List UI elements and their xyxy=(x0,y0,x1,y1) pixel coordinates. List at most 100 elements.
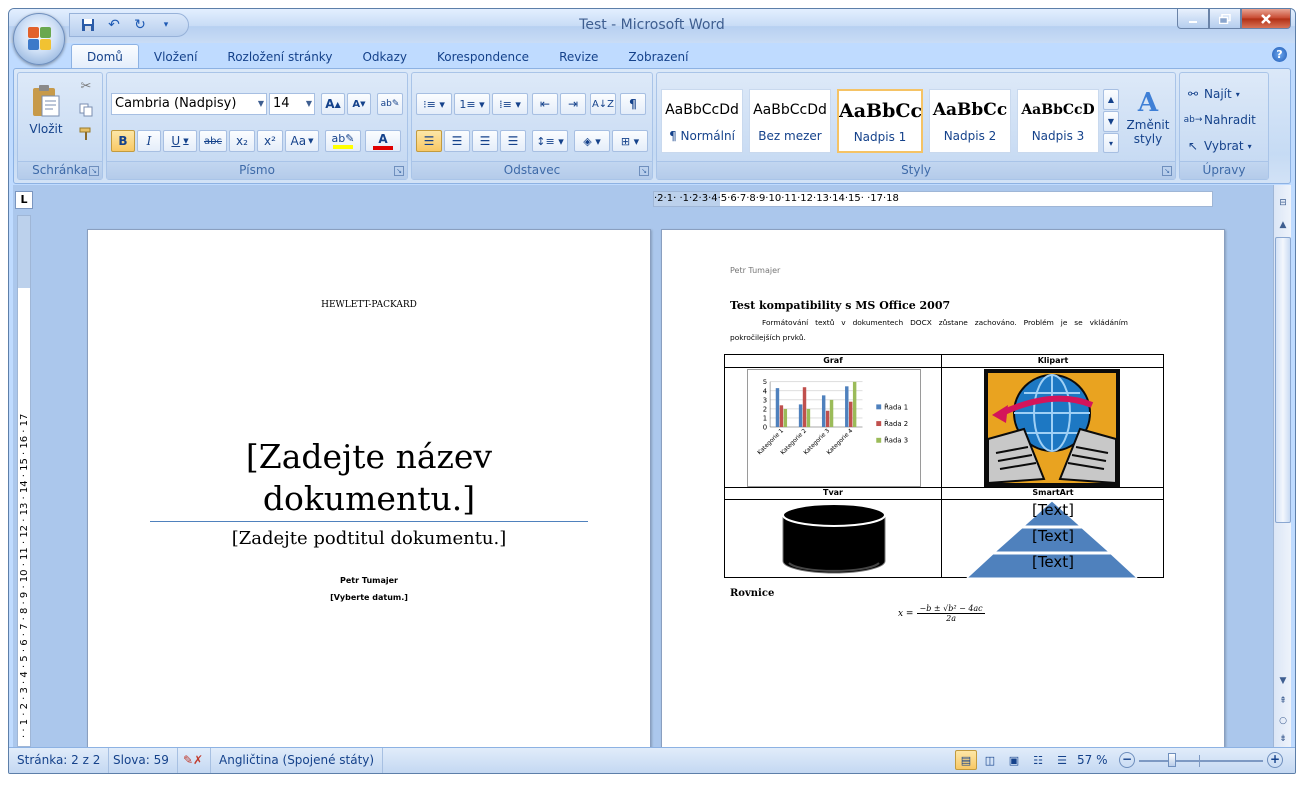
tab-mailings[interactable]: Korespondence xyxy=(422,46,544,69)
help-icon[interactable]: ? xyxy=(1272,47,1287,62)
clipboard-launcher[interactable]: ↘ xyxy=(89,166,99,176)
tab-review[interactable]: Revize xyxy=(544,46,613,69)
line-spacing-button[interactable]: ↕≡ ▾ xyxy=(532,130,568,152)
shrink-font-button[interactable]: A ▼ xyxy=(347,93,371,115)
italic-button[interactable]: I xyxy=(137,130,161,152)
tab-insert[interactable]: Vložení xyxy=(139,46,213,69)
numbering-button[interactable]: 1≡ ▾ xyxy=(454,93,490,115)
horizontal-ruler[interactable]: ·2·1· ·1·2·3·4·5·6·7·8·9·10·11·12·13·14·… xyxy=(653,191,1213,207)
font-size-dropdown-icon[interactable]: ▼ xyxy=(306,94,312,114)
content-heading[interactable]: Test kompatibility s MS Office 2007 xyxy=(730,299,950,312)
bar-chart[interactable]: 012345Kategorie 1Kategorie 2Kategorie 3K… xyxy=(747,369,921,487)
font-color-button[interactable]: A xyxy=(365,130,401,152)
paste-button[interactable]: Vložit xyxy=(24,77,68,143)
document-subtitle[interactable]: [Zadejte podtitul dokumentu.] xyxy=(88,528,650,549)
scroll-up-icon[interactable]: ▲ xyxy=(1275,217,1291,233)
subscript-button[interactable]: x₂ xyxy=(229,130,255,152)
font-name-dropdown-icon[interactable]: ▼ xyxy=(258,94,264,114)
previous-page-icon[interactable]: ⇞ xyxy=(1275,693,1291,709)
tab-selector[interactable]: L xyxy=(15,191,33,209)
outline-button[interactable]: ☷ xyxy=(1027,750,1049,770)
format-painter-button[interactable] xyxy=(74,123,98,145)
next-page-icon[interactable]: ⇟ xyxy=(1275,731,1291,747)
change-case-button[interactable]: Aa ▼ xyxy=(285,130,319,152)
font-launcher[interactable]: ↘ xyxy=(394,166,404,176)
find-button[interactable]: ⚯ Najít ▾ xyxy=(1182,83,1266,105)
styles-more[interactable]: ▾ xyxy=(1103,133,1119,153)
equation-heading[interactable]: Rovnice xyxy=(730,588,774,599)
tab-page-layout[interactable]: Rozložení stránky xyxy=(212,46,347,69)
tab-view[interactable]: Zobrazení xyxy=(613,46,703,69)
cover-author[interactable]: Petr Tumajer xyxy=(88,576,650,585)
multilevel-list-button[interactable]: ⁞≡ ▾ xyxy=(492,93,528,115)
company-name[interactable]: HEWLETT-PACKARD xyxy=(88,300,650,310)
superscript-button[interactable]: x² xyxy=(257,130,283,152)
align-left-button[interactable]: ☰ xyxy=(416,130,442,152)
status-language[interactable]: Angličtina (Spojené státy) xyxy=(211,748,384,773)
styles-scroll-up[interactable]: ▲ xyxy=(1103,89,1119,110)
select-button[interactable]: ↖ Vybrat ▾ xyxy=(1182,135,1266,157)
cover-date[interactable]: [Vyberte datum.] xyxy=(88,593,650,602)
smartart-text-1[interactable]: [Text] xyxy=(942,501,1164,519)
style-heading-1[interactable]: AaBbCc Nadpis 1 xyxy=(837,89,923,153)
quadratic-equation[interactable]: x = −b ± √b² − 4ac 2a xyxy=(898,604,985,623)
bold-button[interactable]: B xyxy=(111,130,135,152)
align-right-button[interactable]: ☰ xyxy=(472,130,498,152)
font-name-combo[interactable]: Cambria (Nadpisy) ▼ xyxy=(111,93,267,115)
status-words[interactable]: Slova: 59 xyxy=(105,748,178,773)
tab-home[interactable]: Domů xyxy=(71,44,139,69)
highlight-button[interactable]: ab✎ xyxy=(325,130,361,152)
page-cover[interactable]: HEWLETT-PACKARD [Zadejte název dokumentu… xyxy=(87,229,651,759)
minimize-button[interactable] xyxy=(1177,9,1209,29)
decrease-indent-button[interactable]: ⇤ xyxy=(532,93,558,115)
full-screen-reading-button[interactable]: ◫ xyxy=(979,750,1001,770)
increase-indent-button[interactable]: ⇥ xyxy=(560,93,586,115)
style-heading-2[interactable]: AaBbCc Nadpis 2 xyxy=(929,89,1011,153)
smartart-text-2[interactable]: [Text] xyxy=(942,527,1164,545)
sort-button[interactable]: A↓Z xyxy=(590,93,616,115)
paragraph-launcher[interactable]: ↘ xyxy=(639,166,649,176)
bullets-button[interactable]: ⁝≡ ▾ xyxy=(416,93,452,115)
borders-button[interactable]: ⊞ ▾ xyxy=(612,130,648,152)
print-layout-button[interactable]: ▤ xyxy=(955,750,977,770)
align-center-button[interactable]: ☰ xyxy=(444,130,470,152)
cut-button[interactable]: ✂ xyxy=(74,75,98,97)
select-browse-object-icon[interactable]: ○ xyxy=(1275,713,1291,729)
grow-font-button[interactable]: A ▲ xyxy=(321,93,345,115)
status-page[interactable]: Stránka: 2 z 2 xyxy=(9,748,110,773)
scroll-down-icon[interactable]: ▼ xyxy=(1275,673,1291,689)
styles-launcher[interactable]: ↘ xyxy=(1162,166,1172,176)
proofing-status[interactable]: ✎✗ xyxy=(175,748,211,773)
zoom-slider-thumb[interactable] xyxy=(1168,753,1176,767)
strikethrough-button[interactable]: abc xyxy=(199,130,227,152)
close-button[interactable] xyxy=(1241,9,1291,29)
font-size-combo[interactable]: 14 ▼ xyxy=(269,93,315,115)
content-table[interactable]: Graf Klipart Tvar SmartArt 0 1 2 3 4 5 Kategor… xyxy=(724,354,1164,578)
page-content[interactable]: Petr Tumajer Test kompatibility s MS Off… xyxy=(661,229,1225,759)
style-no-spacing[interactable]: AaBbCcDd Bez mezer xyxy=(749,89,831,153)
shading-button[interactable]: ◈ ▾ xyxy=(574,130,610,152)
cylinder-shape[interactable] xyxy=(779,501,889,577)
vertical-ruler[interactable]: · · 1 · 2 · 3 · 4 · 5 · 6 · 7 · 8 · 9 · … xyxy=(17,215,31,747)
change-styles-button[interactable]: A Změnit styly xyxy=(1123,77,1173,157)
clipart-network-computers[interactable] xyxy=(984,369,1120,487)
underline-button[interactable]: U ▼ xyxy=(163,130,197,152)
vertical-scrollbar[interactable]: ⊟ ▲ ▼ ⇞ ○ ⇟ xyxy=(1273,185,1291,747)
show-formatting-button[interactable]: ¶ xyxy=(620,93,646,115)
web-layout-button[interactable]: ▣ xyxy=(1003,750,1025,770)
content-paragraph[interactable]: Formátování textů v dokumentech DOCX zůs… xyxy=(730,315,1128,345)
clear-formatting-button[interactable]: ab✎ xyxy=(377,93,403,115)
replace-button[interactable]: ab→ Nahradit xyxy=(1182,109,1266,131)
zoom-in-icon[interactable]: + xyxy=(1267,752,1283,768)
tab-references[interactable]: Odkazy xyxy=(347,46,422,69)
ruler-toggle-icon[interactable]: ⊟ xyxy=(1275,195,1291,211)
draft-button[interactable]: ☰ xyxy=(1051,750,1073,770)
scrollbar-thumb[interactable] xyxy=(1275,237,1291,523)
document-title[interactable]: [Zadejte název dokumentu.] xyxy=(148,436,590,520)
zoom-slider-track[interactable] xyxy=(1139,760,1263,762)
style-heading-3[interactable]: AaBbCcD Nadpis 3 xyxy=(1017,89,1099,153)
copy-button[interactable] xyxy=(74,99,98,121)
restore-button[interactable] xyxy=(1209,9,1241,29)
office-button[interactable] xyxy=(13,13,65,65)
justify-button[interactable]: ☰ xyxy=(500,130,526,152)
